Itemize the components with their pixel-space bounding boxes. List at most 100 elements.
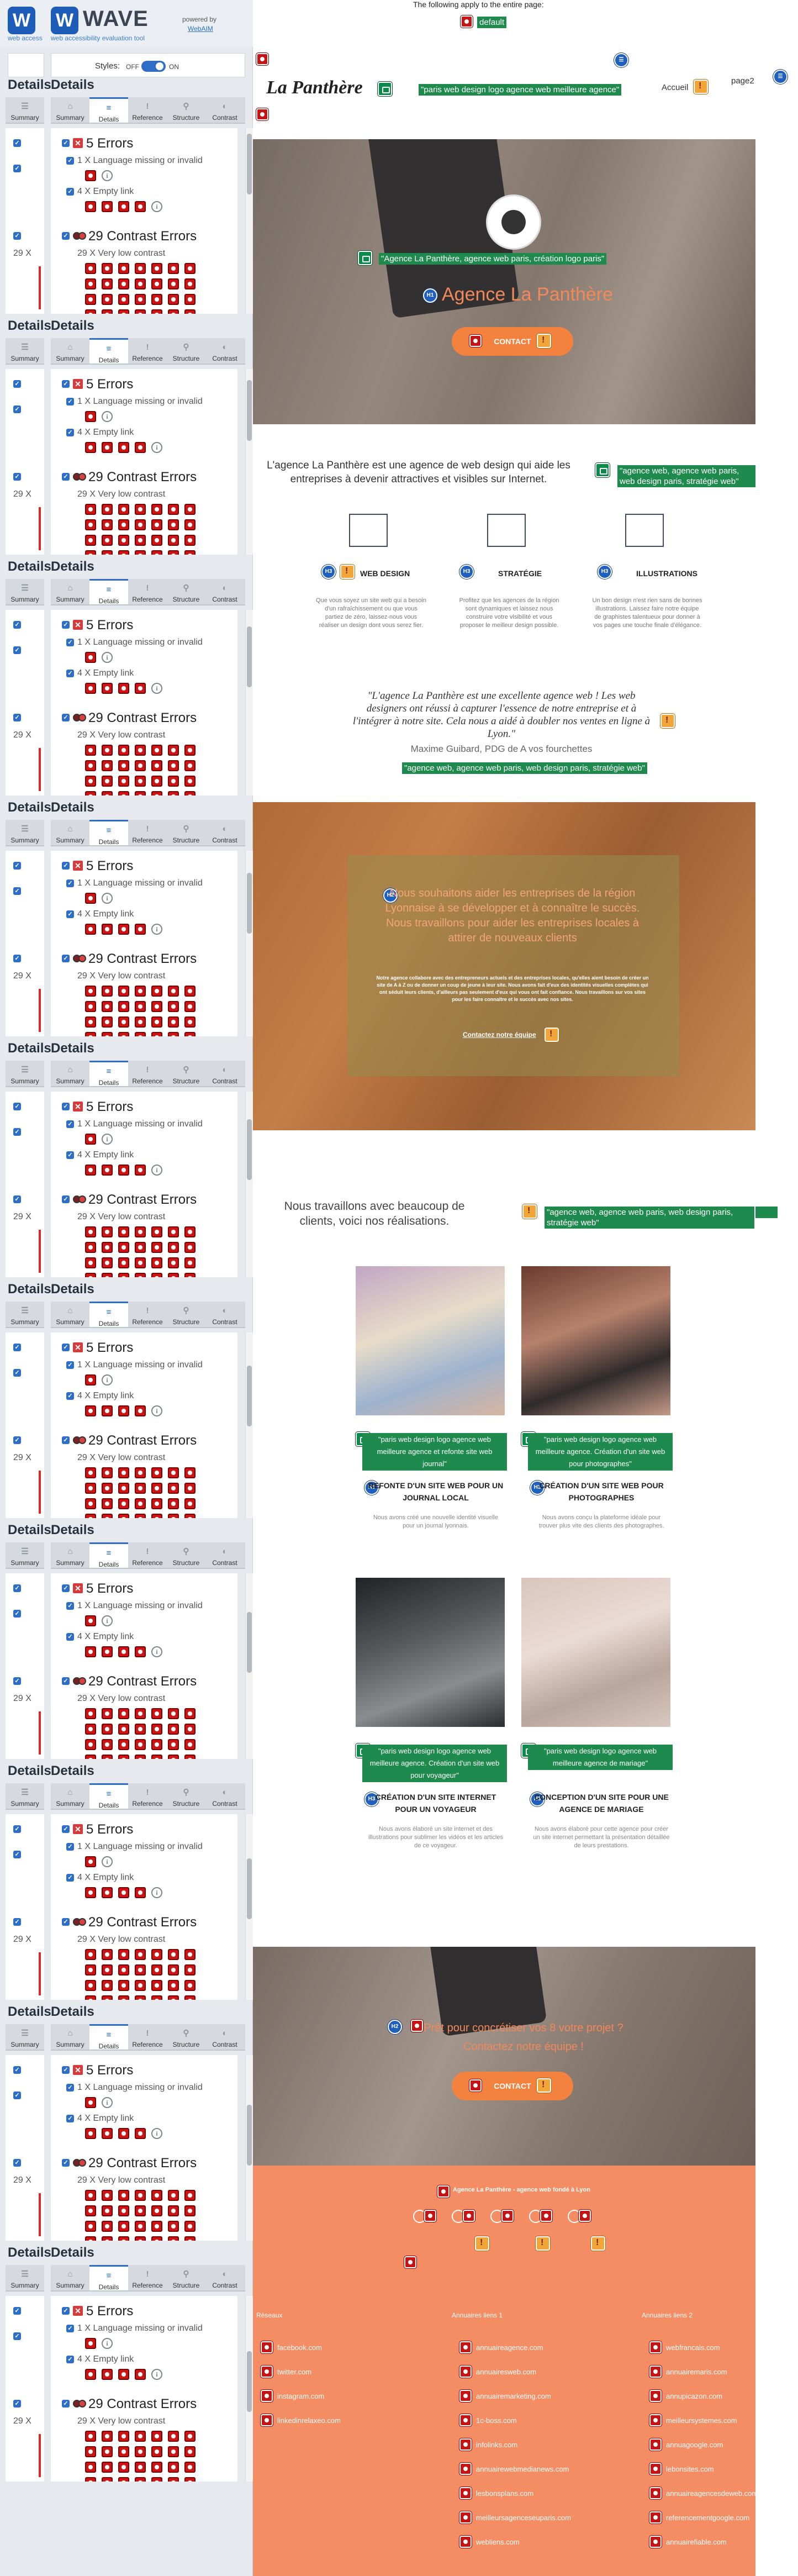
- contrast-instance-icon[interactable]: [168, 1226, 179, 1237]
- tab-summary[interactable]: ⌂ Summary: [51, 579, 89, 604]
- contrast-instance-icon[interactable]: [168, 760, 179, 771]
- contrast-instance-icon[interactable]: [135, 2205, 146, 2216]
- contrast-instance-icon[interactable]: [135, 1498, 146, 1509]
- tab-contrast[interactable]: ◐ Contrast: [205, 338, 244, 364]
- scrollbar[interactable]: [245, 1332, 253, 1518]
- contrast-instance-icon[interactable]: [102, 309, 113, 314]
- contrast-instance-icon[interactable]: [135, 278, 146, 289]
- lang-checkbox[interactable]: ✓: [66, 1120, 74, 1128]
- tab-summary[interactable]: ☰ Summary: [6, 2024, 44, 2050]
- error-instance-icon[interactable]: [102, 2128, 113, 2139]
- error-instance-icon[interactable]: [85, 2128, 96, 2139]
- card-image[interactable]: [356, 1266, 505, 1415]
- checkbox[interactable]: ✓: [13, 165, 21, 172]
- contrast-instance-icon[interactable]: [85, 1514, 96, 1518]
- empty-link-checkbox[interactable]: ✓: [66, 910, 74, 918]
- checkbox[interactable]: ✓: [13, 862, 21, 870]
- contrast-instance-icon[interactable]: [184, 1226, 195, 1237]
- error-instance-icon[interactable]: [118, 1887, 129, 1898]
- contrast-instance-icon[interactable]: [184, 519, 195, 530]
- info-icon[interactable]: i: [151, 201, 162, 212]
- contrast-instance-icon[interactable]: [85, 2431, 96, 2442]
- footer-link[interactable]: meilleursagenceseuparis.com: [476, 2514, 571, 2522]
- info-icon[interactable]: i: [102, 1374, 113, 1386]
- checkbox[interactable]: ✓: [13, 473, 21, 481]
- errors-checkbox[interactable]: ✓: [62, 1584, 70, 1592]
- contrast-instance-icon[interactable]: [184, 1995, 195, 2000]
- contrast-instance-icon[interactable]: [168, 278, 179, 289]
- contrast-instance-icon[interactable]: [118, 2190, 129, 2201]
- card-image[interactable]: [356, 1578, 505, 1727]
- checkbox[interactable]: ✓: [13, 621, 21, 629]
- footer-link[interactable]: annuagoogle.com: [666, 2441, 723, 2449]
- contrast-instance-icon[interactable]: [151, 2462, 162, 2473]
- tab-summary[interactable]: ⌂ Summary: [51, 1302, 89, 1327]
- tab-details[interactable]: ≡ Details: [89, 1302, 128, 1327]
- contrast-instance-icon[interactable]: [135, 2446, 146, 2457]
- checkbox[interactable]: ✓: [13, 1677, 21, 1685]
- footer-link[interactable]: annuairefiable.com: [666, 2538, 727, 2546]
- contrast-instance-icon[interactable]: [85, 309, 96, 314]
- contrast-instance-icon[interactable]: [184, 1273, 195, 1277]
- contrast-instance-icon[interactable]: [168, 2190, 179, 2201]
- contrast-instance-icon[interactable]: [102, 1708, 113, 1719]
- wave-error-icon[interactable]: [459, 2341, 472, 2353]
- contrast-instance-icon[interactable]: [184, 1483, 195, 1494]
- footer-link[interactable]: linkedinrelaxeo.com: [277, 2416, 341, 2425]
- contrast-instance-icon[interactable]: [102, 1257, 113, 1268]
- contrast-instance-icon[interactable]: [135, 2190, 146, 2201]
- contrast-instance-icon[interactable]: [151, 1257, 162, 1268]
- errors-checkbox[interactable]: ✓: [62, 1344, 70, 1351]
- contrast-instance-icon[interactable]: [135, 1273, 146, 1277]
- contrast-instance-icon[interactable]: [118, 745, 129, 756]
- footer-link[interactable]: annuairesweb.com: [476, 2368, 536, 2376]
- empty-link-checkbox[interactable]: ✓: [66, 1633, 74, 1641]
- contrast-instance-icon[interactable]: [135, 1467, 146, 1478]
- contrast-checkbox[interactable]: ✓: [62, 473, 70, 481]
- contrast-instance-icon[interactable]: [102, 2190, 113, 2201]
- contrast-instance-icon[interactable]: [118, 2221, 129, 2232]
- footer-link[interactable]: twitter.com: [277, 2368, 311, 2376]
- contrast-instance-icon[interactable]: [118, 1514, 129, 1518]
- checkbox[interactable]: ✓: [13, 2400, 21, 2408]
- error-instance-icon[interactable]: [135, 924, 146, 935]
- contrast-instance-icon[interactable]: [184, 550, 195, 555]
- contrast-instance-icon[interactable]: [118, 278, 129, 289]
- contrast-instance-icon[interactable]: [135, 535, 146, 546]
- contrast-instance-icon[interactable]: [151, 535, 162, 546]
- checkbox[interactable]: ✓: [13, 646, 21, 654]
- lang-checkbox[interactable]: ✓: [66, 1361, 74, 1369]
- checkbox[interactable]: ✓: [13, 139, 21, 147]
- contrast-instance-icon[interactable]: [85, 550, 96, 555]
- contrast-instance-icon[interactable]: [184, 2462, 195, 2473]
- contrast-instance-icon[interactable]: [184, 1980, 195, 1991]
- contrast-instance-icon[interactable]: [184, 1964, 195, 1976]
- wave-error-icon[interactable]: [469, 335, 482, 347]
- contrast-instance-icon[interactable]: [135, 2477, 146, 2482]
- contrast-instance-icon[interactable]: [135, 1226, 146, 1237]
- wave-structure-icon[interactable]: [358, 251, 372, 265]
- tab-structure[interactable]: ⚲ Structure: [167, 2265, 205, 2290]
- contrast-instance-icon[interactable]: [135, 550, 146, 555]
- contrast-instance-icon[interactable]: [118, 791, 129, 796]
- contrast-instance-icon[interactable]: [184, 776, 195, 787]
- contrast-instance-icon[interactable]: [168, 1498, 179, 1509]
- contrast-instance-icon[interactable]: [85, 1980, 96, 1991]
- wave-alert-icon[interactable]: [522, 1204, 537, 1219]
- contrast-instance-icon[interactable]: [85, 1995, 96, 2000]
- contrast-instance-icon[interactable]: [184, 1257, 195, 1268]
- contrast-instance-icon[interactable]: [118, 2446, 129, 2457]
- scroll-thumb[interactable]: [247, 1612, 252, 1673]
- contrast-instance-icon[interactable]: [168, 2221, 179, 2232]
- errors-checkbox[interactable]: ✓: [62, 1825, 70, 1833]
- scroll-thumb[interactable]: [247, 2105, 252, 2166]
- contrast-instance-icon[interactable]: [118, 263, 129, 274]
- empty-link-checkbox[interactable]: ✓: [66, 2356, 74, 2363]
- footer-link[interactable]: meilleursystemes.com: [666, 2416, 737, 2425]
- contrast-instance-icon[interactable]: [151, 1016, 162, 1028]
- contrast-instance-icon[interactable]: [151, 1032, 162, 1036]
- tab-summary[interactable]: ⌂ Summary: [51, 1061, 89, 1086]
- nav-page2[interactable]: page2: [731, 76, 754, 86]
- info-icon[interactable]: i: [151, 1165, 162, 1176]
- contrast-instance-icon[interactable]: [118, 1995, 129, 2000]
